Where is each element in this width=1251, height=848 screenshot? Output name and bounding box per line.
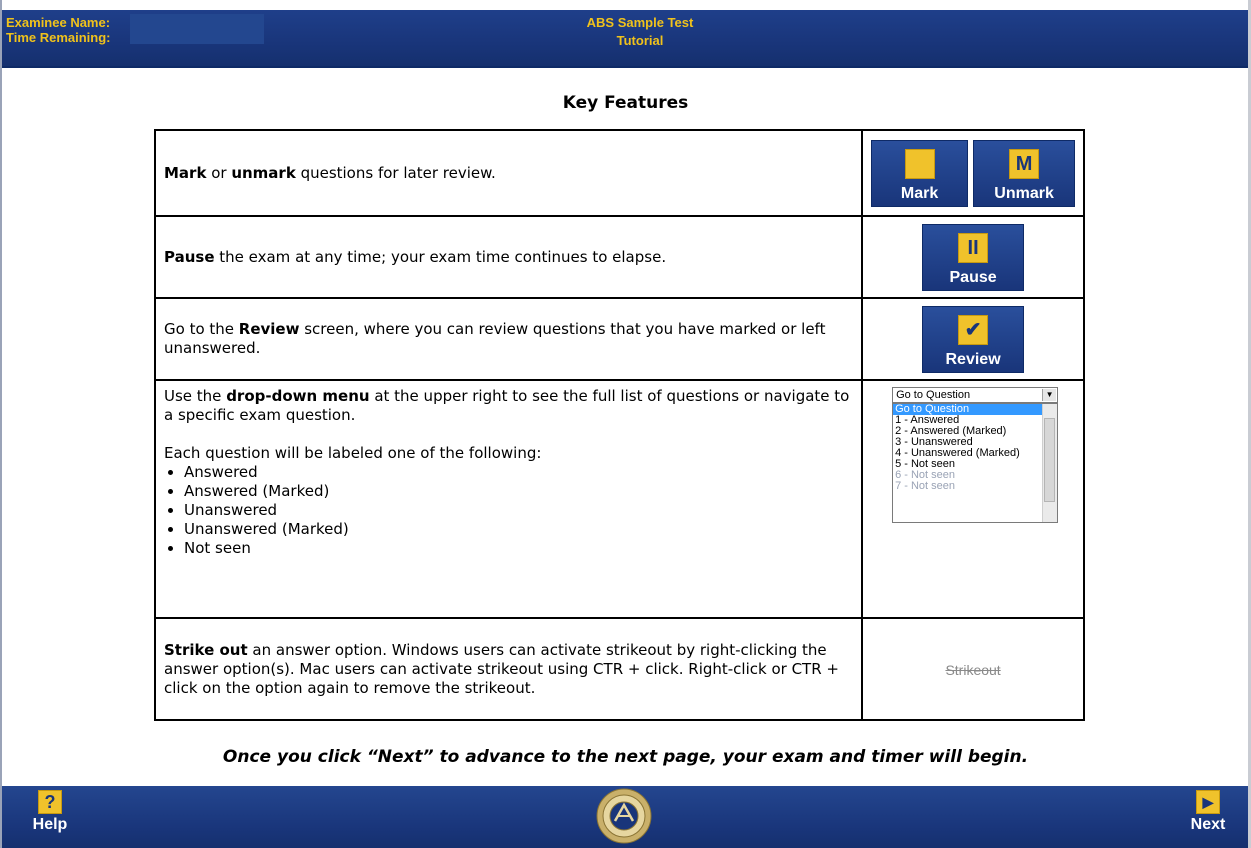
pause-icon: II	[958, 232, 989, 263]
dropdown-option[interactable]: 7 - Not seen	[893, 481, 1057, 492]
review-button-label: Review	[945, 350, 1001, 368]
strikeout-term: Strike out	[164, 640, 248, 659]
examinee-name-label: Examinee Name:	[6, 15, 111, 30]
mark-flag-icon	[904, 148, 935, 179]
time-remaining-label: Time Remaining:	[6, 30, 111, 45]
unmark-button[interactable]: M Unmark	[973, 139, 1076, 207]
review-pre-text: Go to the	[164, 320, 239, 338]
question-dropdown-demo: Go to Question ▼ Go to Question 1 - Answ…	[888, 381, 1059, 529]
review-button-cell: ✔ Review	[861, 297, 1085, 381]
pause-text: the exam at any time; your exam time con…	[214, 247, 667, 266]
table-row: Use the drop-down menu at the upper righ…	[153, 379, 1085, 619]
dropdown-text: Use the drop-down menu at the upper righ…	[164, 387, 853, 425]
list-item: Answered	[184, 463, 853, 482]
page-title: Key Features	[562, 93, 689, 113]
pause-button-cell: II Pause	[861, 215, 1085, 299]
help-button[interactable]: ? Help	[20, 790, 80, 848]
dropdown-pre-text: Use the	[164, 387, 227, 405]
list-item: Not seen	[184, 539, 853, 558]
mark-description: Mark or unmark questions for later revie…	[153, 129, 864, 217]
examinee-name-value	[130, 14, 264, 29]
next-label: Next	[1190, 816, 1226, 833]
status-list: Answered Answered (Marked) Unanswered Un…	[164, 463, 853, 558]
dropdown-term: drop-down menu	[226, 387, 370, 405]
mark-text: questions for later review.	[295, 163, 496, 182]
pause-term: Pause	[164, 247, 215, 266]
labels-intro: Each question will be labeled one of the…	[164, 444, 542, 462]
unmark-term: unmark	[231, 163, 296, 182]
dropdown-demo-cell: Go to Question ▼ Go to Question 1 - Answ…	[861, 379, 1085, 619]
window-frame-left	[0, 0, 2, 848]
mark-button-label: Mark	[900, 184, 939, 202]
question-select[interactable]: Go to Question ▼	[892, 387, 1059, 403]
chevron-down-icon[interactable]: ▼	[1042, 389, 1057, 401]
table-row: Strike out an answer option. Windows use…	[153, 617, 1085, 721]
scrollbar-thumb[interactable]	[1044, 418, 1056, 502]
list-item: Unanswered (Marked)	[184, 520, 853, 539]
footer-bar: ? Help ▶ Next	[2, 786, 1248, 848]
pause-description: Pause the exam at any time; your exam ti…	[153, 215, 864, 299]
key-features-table: Mark or unmark questions for later revie…	[153, 129, 1085, 721]
list-item: Unanswered	[184, 501, 853, 520]
mark-button[interactable]: Mark	[871, 139, 969, 207]
header-bar: Examinee Name: Time Remaining: ABS Sampl…	[2, 10, 1248, 68]
pause-button[interactable]: II Pause	[922, 223, 1025, 291]
checkmark-icon: ✔	[958, 314, 989, 345]
dropdown-description: Use the drop-down menu at the upper righ…	[153, 379, 864, 619]
time-remaining-value	[130, 29, 264, 44]
unmark-button-label: Unmark	[994, 184, 1054, 202]
strikeout-sample-cell: Strikeout	[861, 617, 1085, 721]
board-seal-logo	[596, 788, 652, 844]
mark-term: Mark	[164, 163, 207, 182]
table-row: Pause the exam at any time; your exam ti…	[153, 215, 1085, 299]
help-label: Help	[32, 816, 68, 833]
strikeout-description: Strike out an answer option. Windows use…	[153, 617, 864, 721]
list-item: Answered (Marked)	[184, 482, 853, 501]
review-description: Go to the Review screen, where you can r…	[153, 297, 864, 381]
review-button[interactable]: ✔ Review	[922, 305, 1025, 373]
strikeout-text: an answer option. Windows users can acti…	[164, 640, 839, 697]
play-arrow-icon: ▶	[1196, 790, 1220, 814]
review-term: Review	[238, 320, 300, 338]
next-button[interactable]: ▶ Next	[1178, 790, 1238, 848]
dropdown-scrollbar[interactable]	[1042, 404, 1058, 522]
pause-button-label: Pause	[949, 268, 997, 286]
help-icon: ?	[38, 790, 62, 814]
mark-buttons-cell: Mark M Unmark	[861, 129, 1085, 217]
marked-flag-icon: M	[1009, 148, 1040, 179]
section-subtitle: Tutorial	[616, 33, 664, 48]
mark-connector: or	[206, 163, 232, 182]
question-options-list: Go to Question 1 - Answered 2 - Answered…	[892, 403, 1059, 523]
table-row: Mark or unmark questions for later revie…	[153, 129, 1085, 217]
table-row: Go to the Review screen, where you can r…	[153, 297, 1085, 381]
strikeout-sample: Strikeout	[945, 661, 1001, 678]
test-title: ABS Sample Test	[586, 15, 694, 30]
start-notice: Once you click “Next” to advance to the …	[222, 747, 1029, 767]
question-select-value: Go to Question	[896, 389, 971, 401]
